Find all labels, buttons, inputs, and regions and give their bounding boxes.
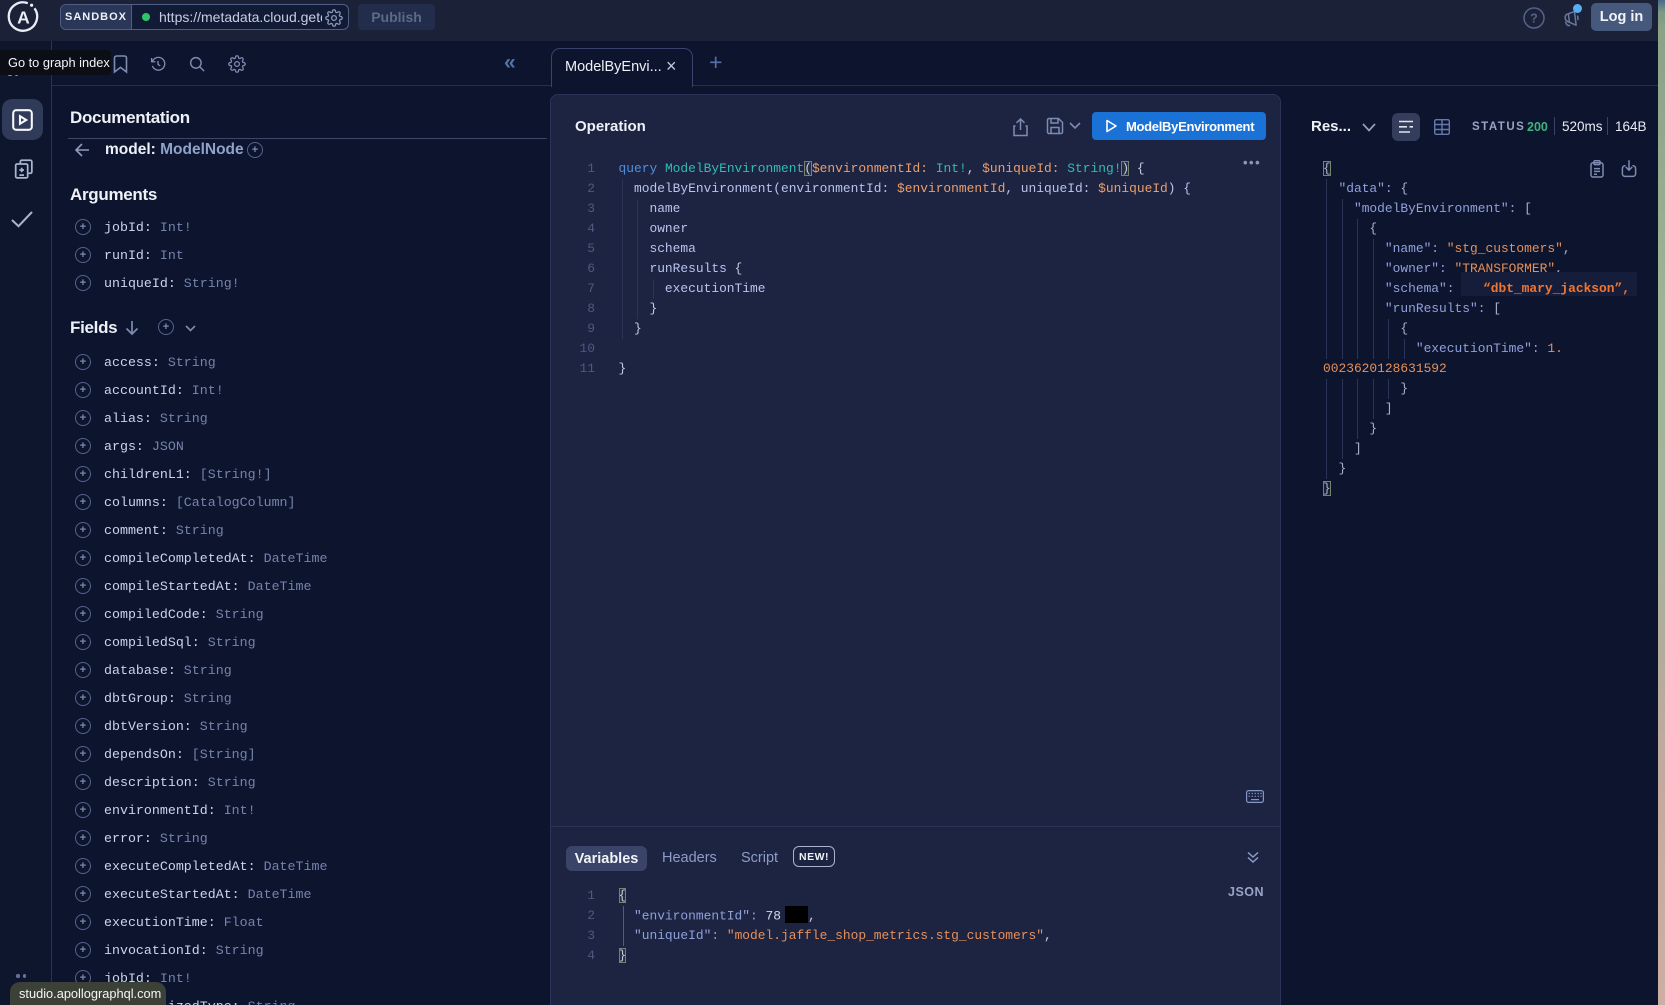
- svg-text:A: A: [17, 8, 30, 28]
- svg-text:?: ?: [1530, 12, 1538, 26]
